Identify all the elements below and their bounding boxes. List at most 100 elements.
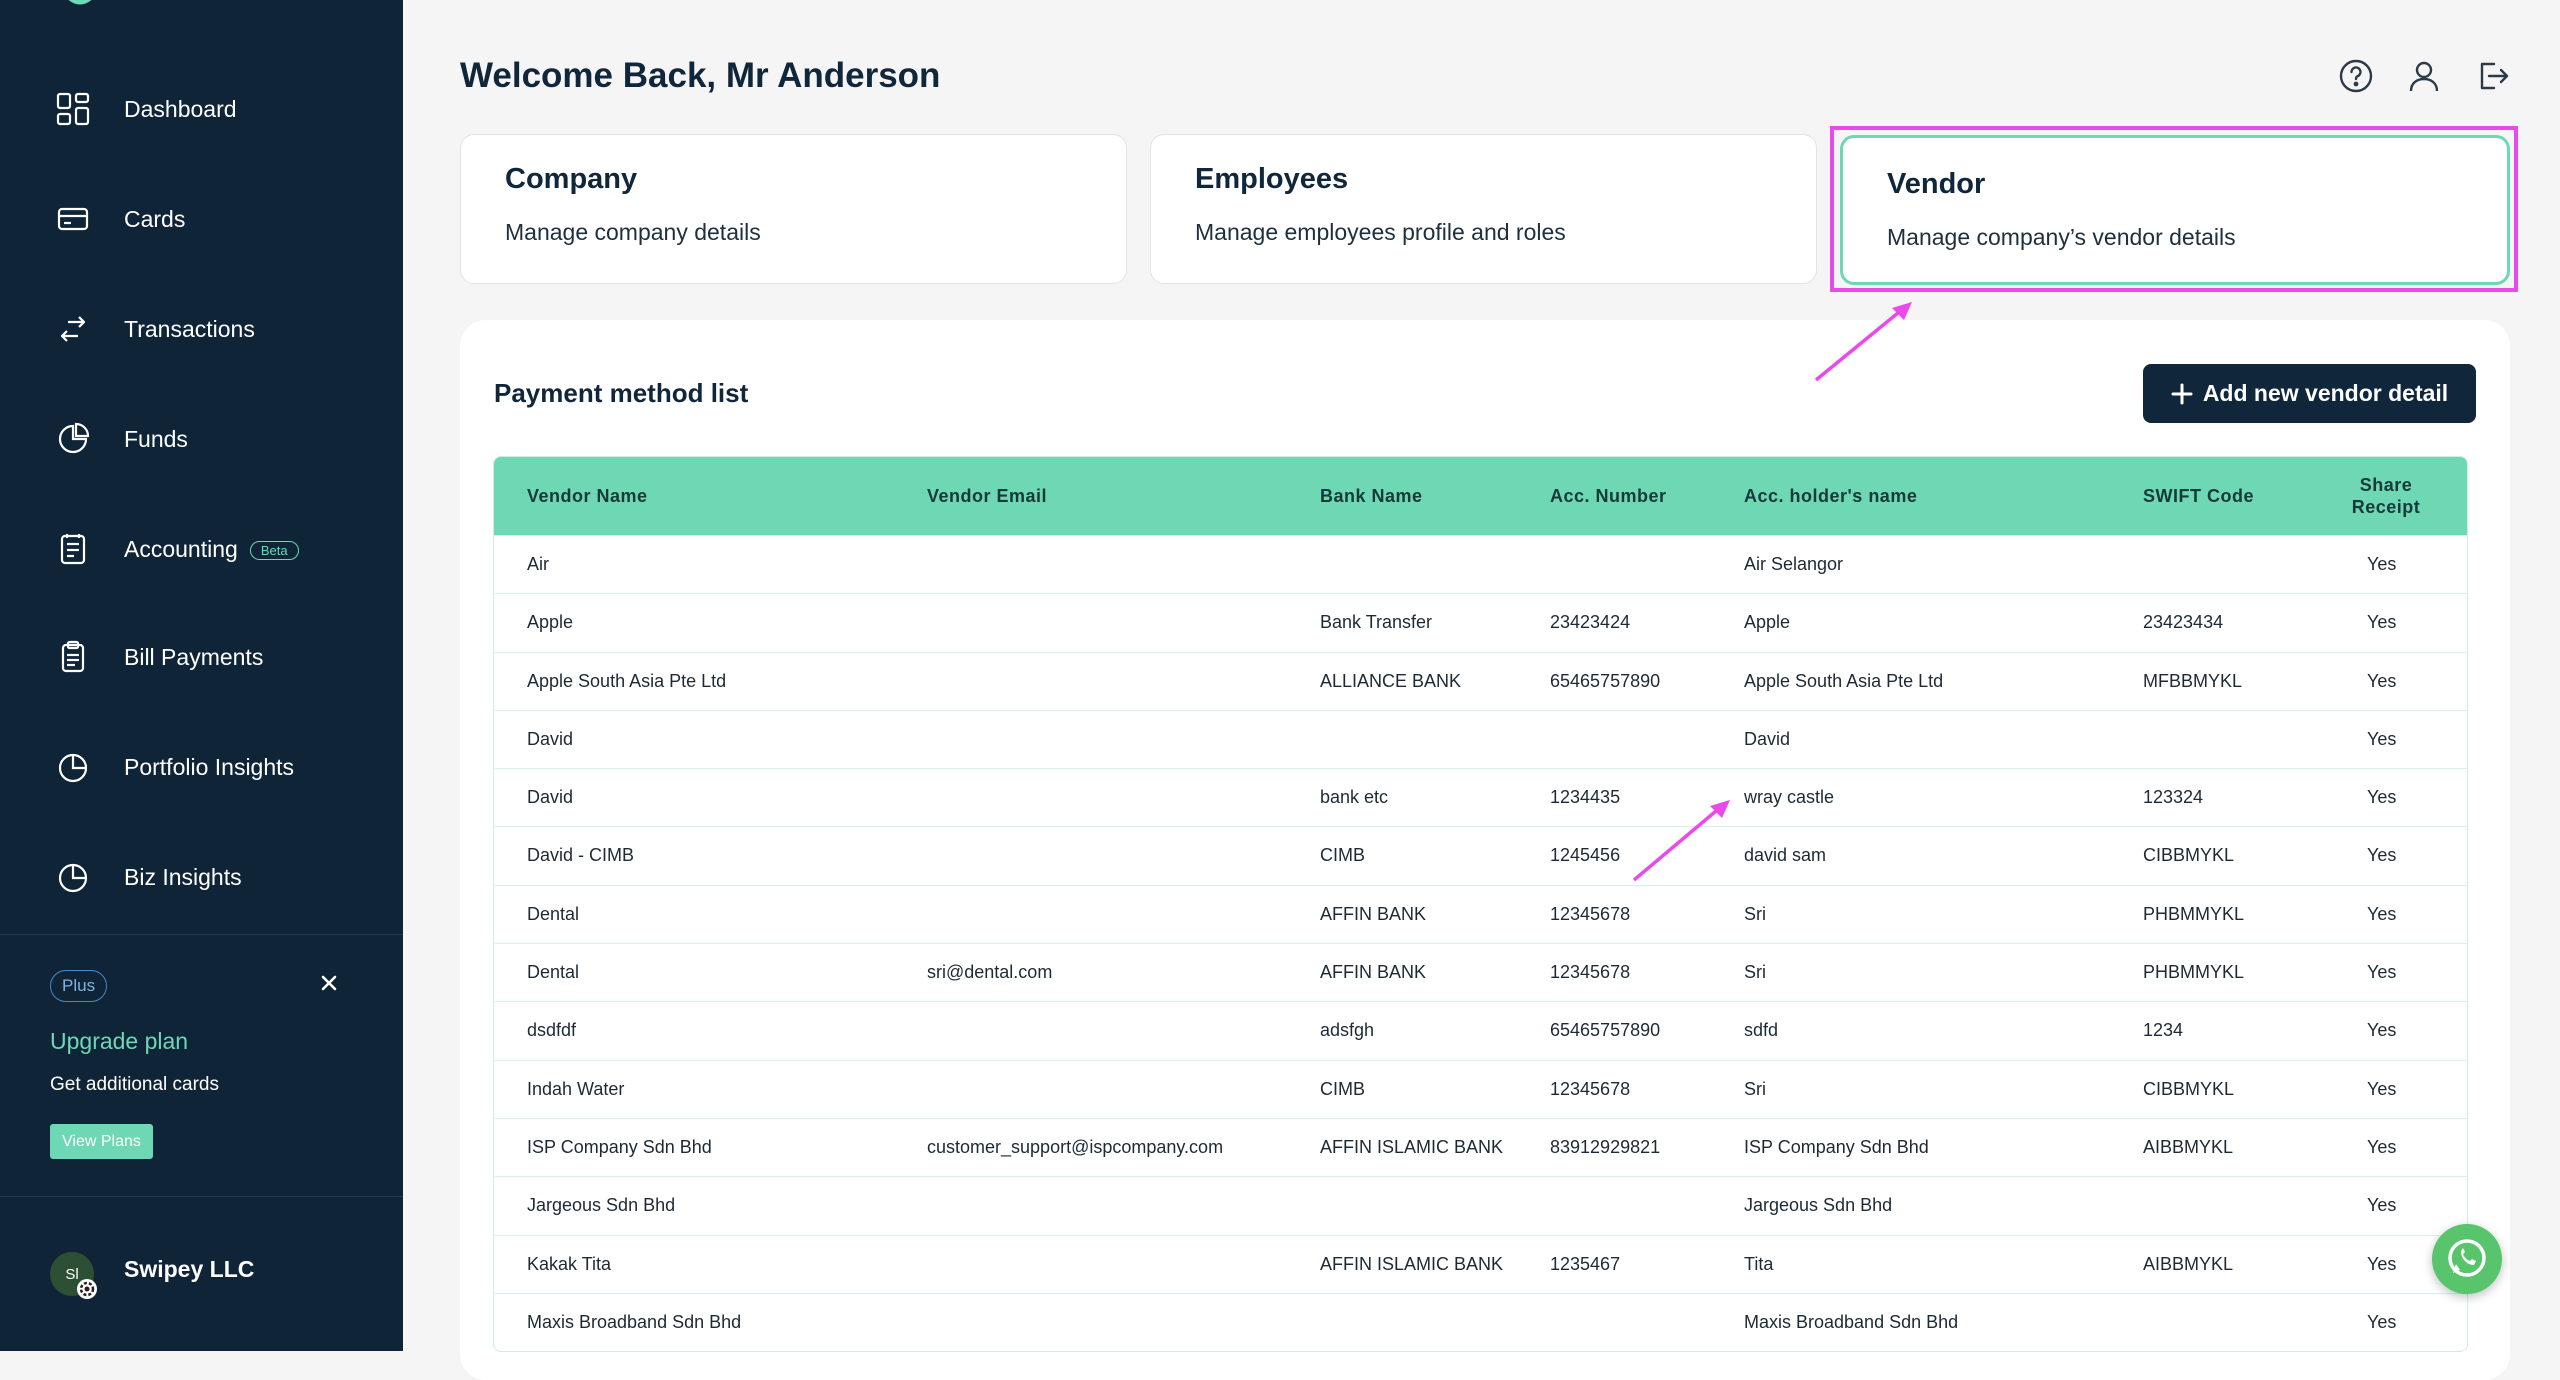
employees-card[interactable]: Employees Manage employees profile and r… xyxy=(1150,134,1817,284)
col-vendor-name-cell: Apple xyxy=(527,612,574,633)
col-share-receipt-cell: Yes xyxy=(2367,1311,2397,1332)
card-subtitle: Manage company details xyxy=(505,219,761,245)
pie-chart-icon xyxy=(58,753,88,783)
table-row[interactable]: Air Air Selangor Yes xyxy=(494,535,2467,593)
card-title: Employees xyxy=(1195,163,1349,195)
pie-chart-icon xyxy=(58,422,90,454)
col-bank-name-cell: AFFIN BANK xyxy=(1320,962,1427,983)
table-row[interactable]: David - CIMB CIMB 1245456 david sam CIBBMYKL… xyxy=(494,826,2467,884)
col-swift-code-cell: AIBBMYKL xyxy=(2143,1136,2234,1157)
col-acc-number-cell: 65465757890 xyxy=(1550,1020,1661,1041)
sidebar-item-cards[interactable]: Cards xyxy=(0,179,403,259)
sidebar-item-funds[interactable]: Funds xyxy=(0,399,403,479)
table-row[interactable]: Apple South Asia Pte Ltd ALLIANCE BANK 654… xyxy=(494,651,2467,710)
col-vendor-name-cell: Air xyxy=(527,554,549,574)
col-acc-holder-cell: ISP Company Sdn Bhd xyxy=(1744,1136,1929,1157)
col-acc-number-header: Acc. Number xyxy=(1550,485,1667,506)
sidebar-item-dashboard[interactable]: Dashboard xyxy=(0,69,403,149)
col-acc-holder-cell: Apple South Asia Pte Ltd xyxy=(1744,670,1944,691)
col-vendor-name-cell: Dental xyxy=(527,903,580,924)
col-bank-name-cell: AFFIN ISLAMIC BANK xyxy=(1320,1253,1504,1274)
table-row[interactable]: Apple Bank Transfer 23423424 Apple 23423434 Y… xyxy=(494,593,2467,651)
help-icon[interactable] xyxy=(2338,58,2374,94)
org-name[interactable]: Swipey LLC xyxy=(124,1256,254,1283)
col-acc-holder-cell: david sam xyxy=(1744,845,1827,866)
sidebar-item-biz-insights[interactable]: Biz Insights xyxy=(0,837,403,917)
close-icon[interactable] xyxy=(318,972,340,994)
whatsapp-chat-button[interactable] xyxy=(2432,1224,2502,1294)
logout-icon[interactable] xyxy=(2474,58,2510,94)
col-acc-holder-cell: David xyxy=(1744,728,1791,749)
col-swift-code-cell: CIBBMYKL xyxy=(2143,1078,2235,1099)
col-swift-code-cell: 1234 xyxy=(2143,1020,2184,1041)
col-share-receipt-header: Share Receipt xyxy=(2351,475,2421,517)
col-vendor-email-header: Vendor Email xyxy=(927,485,1048,506)
col-share-receipt-cell: Yes xyxy=(2367,903,2397,924)
gear-icon[interactable] xyxy=(76,1278,98,1300)
view-plans-button[interactable]: View Plans xyxy=(50,1124,153,1159)
table-row[interactable]: Maxis Broadband Sdn Bhd Maxis Broadband S… xyxy=(494,1292,2467,1351)
col-share-receipt-cell: Yes xyxy=(2367,1195,2397,1216)
upgrade-plan-link[interactable]: Upgrade plan xyxy=(50,1028,188,1055)
col-acc-holder-cell: Maxis Broadband Sdn Bhd xyxy=(1744,1311,1959,1332)
col-bank-name-header: Bank Name xyxy=(1320,485,1423,506)
col-share-receipt-cell: Yes xyxy=(2367,1136,2397,1157)
table-row[interactable]: ISP Company Sdn Bhd customer_support@ispc… xyxy=(494,1117,2467,1176)
col-vendor-name-cell: Jargeous Sdn Bhd xyxy=(527,1195,676,1216)
dashboard-grid-icon xyxy=(56,92,90,126)
sidebar-item-accounting[interactable]: Accounting Beta xyxy=(0,509,403,589)
col-bank-name-cell: AFFIN ISLAMIC BANK xyxy=(1320,1136,1504,1157)
sidebar-divider xyxy=(0,1196,403,1197)
sidebar-item-label: Bill Payments xyxy=(124,643,264,670)
table-row[interactable]: Indah Water CIMB 12345678 Sri CIBBMYKL Yes xyxy=(494,1059,2467,1118)
table-row[interactable]: David David Yes xyxy=(494,709,2467,768)
col-vendor-name-cell: ISP Company Sdn Bhd xyxy=(527,1136,712,1157)
sidebar-item-label: Dashboard xyxy=(124,95,237,122)
card-title: Company xyxy=(505,163,638,195)
col-share-receipt-cell: Yes xyxy=(2367,728,2397,749)
table-row[interactable]: Kakak Tita AFFIN ISLAMIC BANK 1235467 Tita A… xyxy=(494,1234,2467,1293)
whatsapp-icon xyxy=(2448,1239,2486,1277)
col-bank-name-cell: ALLIANCE BANK xyxy=(1320,670,1462,691)
sidebar-item-transactions[interactable]: Transactions xyxy=(0,289,403,369)
col-swift-code-cell: MFBBMYKL xyxy=(2143,670,2243,691)
col-bank-name-cell: AFFIN BANK xyxy=(1320,903,1427,924)
table-row[interactable]: Dental AFFIN BANK 12345678 Sri PHBMMYKL Yes xyxy=(494,884,2467,943)
user-icon[interactable] xyxy=(2406,58,2442,94)
col-acc-holder-cell: Apple xyxy=(1744,612,1791,633)
col-acc-holder-header: Acc. holder's name xyxy=(1744,485,1918,506)
add-vendor-button[interactable]: Add new vendor detail xyxy=(2143,364,2476,423)
col-share-receipt-cell: Yes xyxy=(2367,612,2397,633)
plus-icon xyxy=(2171,383,2193,404)
vendor-table: Vendor Name Vendor Email Bank Name Acc. Num… xyxy=(493,456,2468,1353)
add-vendor-label: Add new vendor detail xyxy=(2202,380,2449,406)
col-bank-name-cell: Bank Transfer xyxy=(1320,612,1433,633)
col-swift-code-cell: 123324 xyxy=(2143,787,2204,808)
sidebar-item-bill-payments[interactable]: Bill Payments xyxy=(0,617,403,697)
table-row[interactable]: David bank etc 1234435 wray castle 123324 Yes xyxy=(494,768,2467,826)
col-swift-code-cell: 23423434 xyxy=(2143,612,2224,633)
col-acc-holder-cell: Sri xyxy=(1744,1078,1766,1099)
col-share-receipt-cell: Yes xyxy=(2367,554,2397,574)
sidebar-item-portfolio-insights[interactable]: Portfolio Insights xyxy=(0,727,403,807)
col-swift-code-cell: PHBMMYKL xyxy=(2143,903,2245,924)
table-row[interactable]: Dental sri@dental.com AFFIN BANK 12345678 Sr… xyxy=(494,943,2467,1001)
col-vendor-name-cell: dsdfdf xyxy=(527,1020,577,1041)
col-acc-number-cell: 65465757890 xyxy=(1550,670,1661,691)
transfer-arrows-icon xyxy=(60,316,86,342)
col-acc-holder-cell: Air Selangor xyxy=(1744,554,1844,574)
table-row[interactable]: Jargeous Sdn Bhd Jargeous Sdn Bhd Yes xyxy=(494,1176,2467,1234)
table-header: Vendor Name Vendor Email Bank Name Acc. Num… xyxy=(494,457,2467,535)
col-share-receipt-cell: Yes xyxy=(2367,670,2397,691)
annotation-arrow-icon xyxy=(1632,800,1730,882)
col-acc-number-cell: 1245456 xyxy=(1550,845,1621,866)
col-acc-holder-cell: sdfd xyxy=(1744,1020,1779,1041)
logo-icon xyxy=(68,0,92,5)
col-share-receipt-cell: Yes xyxy=(2367,1078,2397,1099)
company-card[interactable]: Company Manage company details xyxy=(460,134,1127,284)
col-vendor-name-cell: Kakak Tita xyxy=(527,1253,612,1274)
sidebar-item-label: Cards xyxy=(124,205,186,232)
table-row[interactable]: dsdfdf adsfgh 65465757890 sdfd 1234 Yes xyxy=(494,1001,2467,1059)
col-vendor-name-cell: Dental xyxy=(527,962,580,983)
sidebar-divider xyxy=(0,934,403,935)
